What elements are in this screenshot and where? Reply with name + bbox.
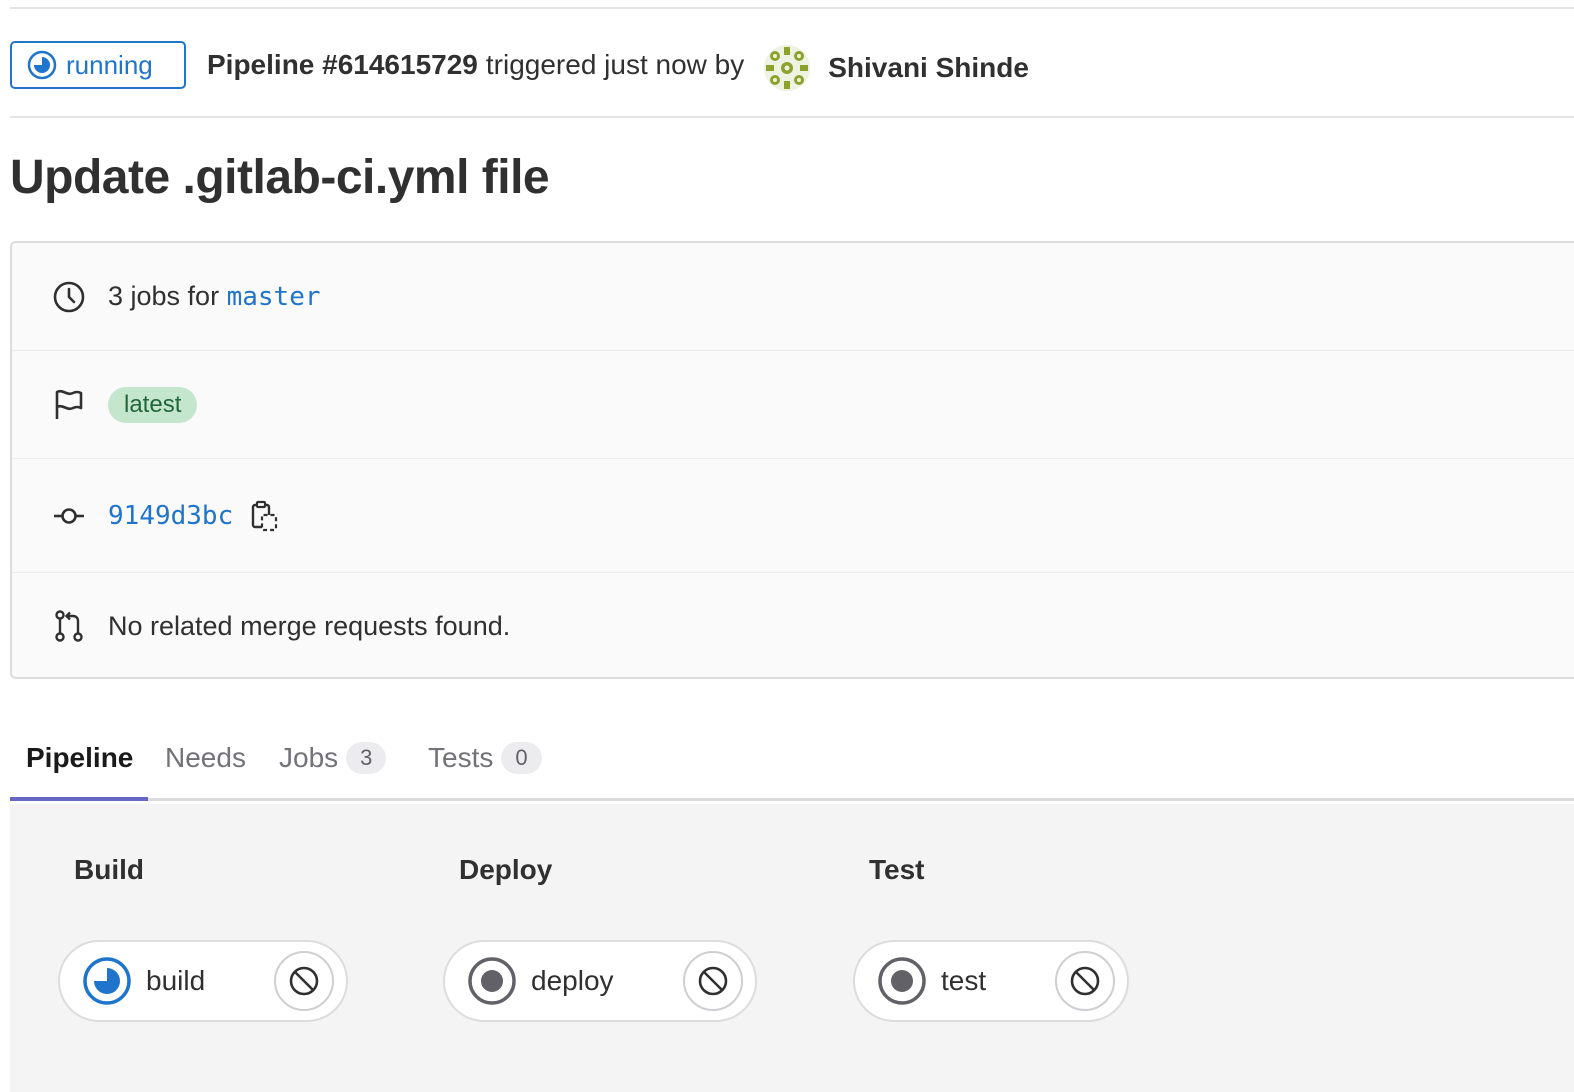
commit-sha-link[interactable]: 9149d3bc (108, 501, 233, 531)
tab-label: Jobs (279, 742, 339, 773)
header-divider (10, 116, 1574, 118)
user-name-link[interactable]: Shivani Shinde (828, 52, 1029, 84)
stage-title-deploy: Deploy (459, 854, 553, 885)
cancel-icon (1070, 966, 1100, 996)
job-name: build (146, 965, 206, 996)
commit-icon (54, 507, 84, 524)
cancel-job-button[interactable] (1055, 951, 1115, 1011)
job-test[interactable]: test (853, 940, 1129, 1022)
jobs-row: 3 jobs for master (12, 243, 1574, 351)
cancel-job-button[interactable] (274, 951, 334, 1011)
jobs-summary: 3 jobs for master (108, 281, 321, 312)
tests-count-badge: 0 (501, 742, 542, 774)
avatar[interactable] (764, 45, 811, 91)
status-created-icon (878, 957, 926, 1005)
trigger-text: triggered just now by (485, 49, 745, 80)
pipeline-tabs: Pipeline Needs Jobs 3 Tests 0 (10, 715, 1574, 801)
status-running-icon (83, 957, 131, 1005)
pipeline-header: running Pipeline #614615729 triggered ju… (10, 40, 1574, 91)
copy-to-clipboard-icon[interactable] (249, 499, 281, 533)
badges-row: latest (12, 351, 1574, 459)
tab-jobs[interactable]: Jobs 3 (279, 715, 387, 801)
jobs-count-text: 3 jobs for (108, 281, 220, 311)
merge-requests-text: No related merge requests found. (108, 610, 511, 641)
branch-link[interactable]: master (227, 282, 321, 312)
tab-label: Tests (428, 742, 494, 773)
flag-icon (55, 389, 83, 419)
status-created-icon (468, 957, 516, 1005)
tab-pipeline[interactable]: Pipeline (26, 715, 133, 801)
tab-tests[interactable]: Tests 0 (428, 715, 542, 801)
clock-icon (53, 281, 85, 312)
tab-label: Pipeline (26, 742, 134, 773)
pipeline-graph: Build Deploy Test build deploy test (10, 804, 1574, 1092)
page-title: Update .gitlab-ci.yml file (10, 151, 550, 204)
pipeline-info-card: 3 jobs for master latest 9149d3bc No rel… (10, 241, 1574, 679)
cancel-icon (698, 966, 728, 996)
cancel-icon (289, 966, 319, 996)
status-badge-running[interactable]: running (10, 41, 186, 89)
job-deploy[interactable]: deploy (443, 940, 757, 1022)
status-running-icon (27, 50, 57, 80)
tab-needs[interactable]: Needs (165, 715, 246, 801)
merge-request-icon (55, 610, 83, 642)
job-name: test (941, 965, 987, 996)
merge-requests-row: No related merge requests found. (12, 573, 1574, 679)
jobs-count-badge: 3 (346, 742, 387, 774)
latest-badge: latest (108, 386, 198, 423)
pipeline-id: Pipeline #614615729 (207, 49, 478, 80)
status-label: running (66, 49, 153, 80)
active-tab-indicator (10, 797, 148, 801)
job-name: deploy (531, 965, 614, 996)
commit-row: 9149d3bc (12, 459, 1574, 573)
stage-title-build: Build (74, 854, 144, 885)
top-divider (10, 7, 1574, 9)
job-build[interactable]: build (58, 940, 348, 1022)
stage-title-test: Test (869, 854, 925, 885)
tab-label: Needs (165, 742, 246, 773)
cancel-job-button[interactable] (683, 951, 743, 1011)
